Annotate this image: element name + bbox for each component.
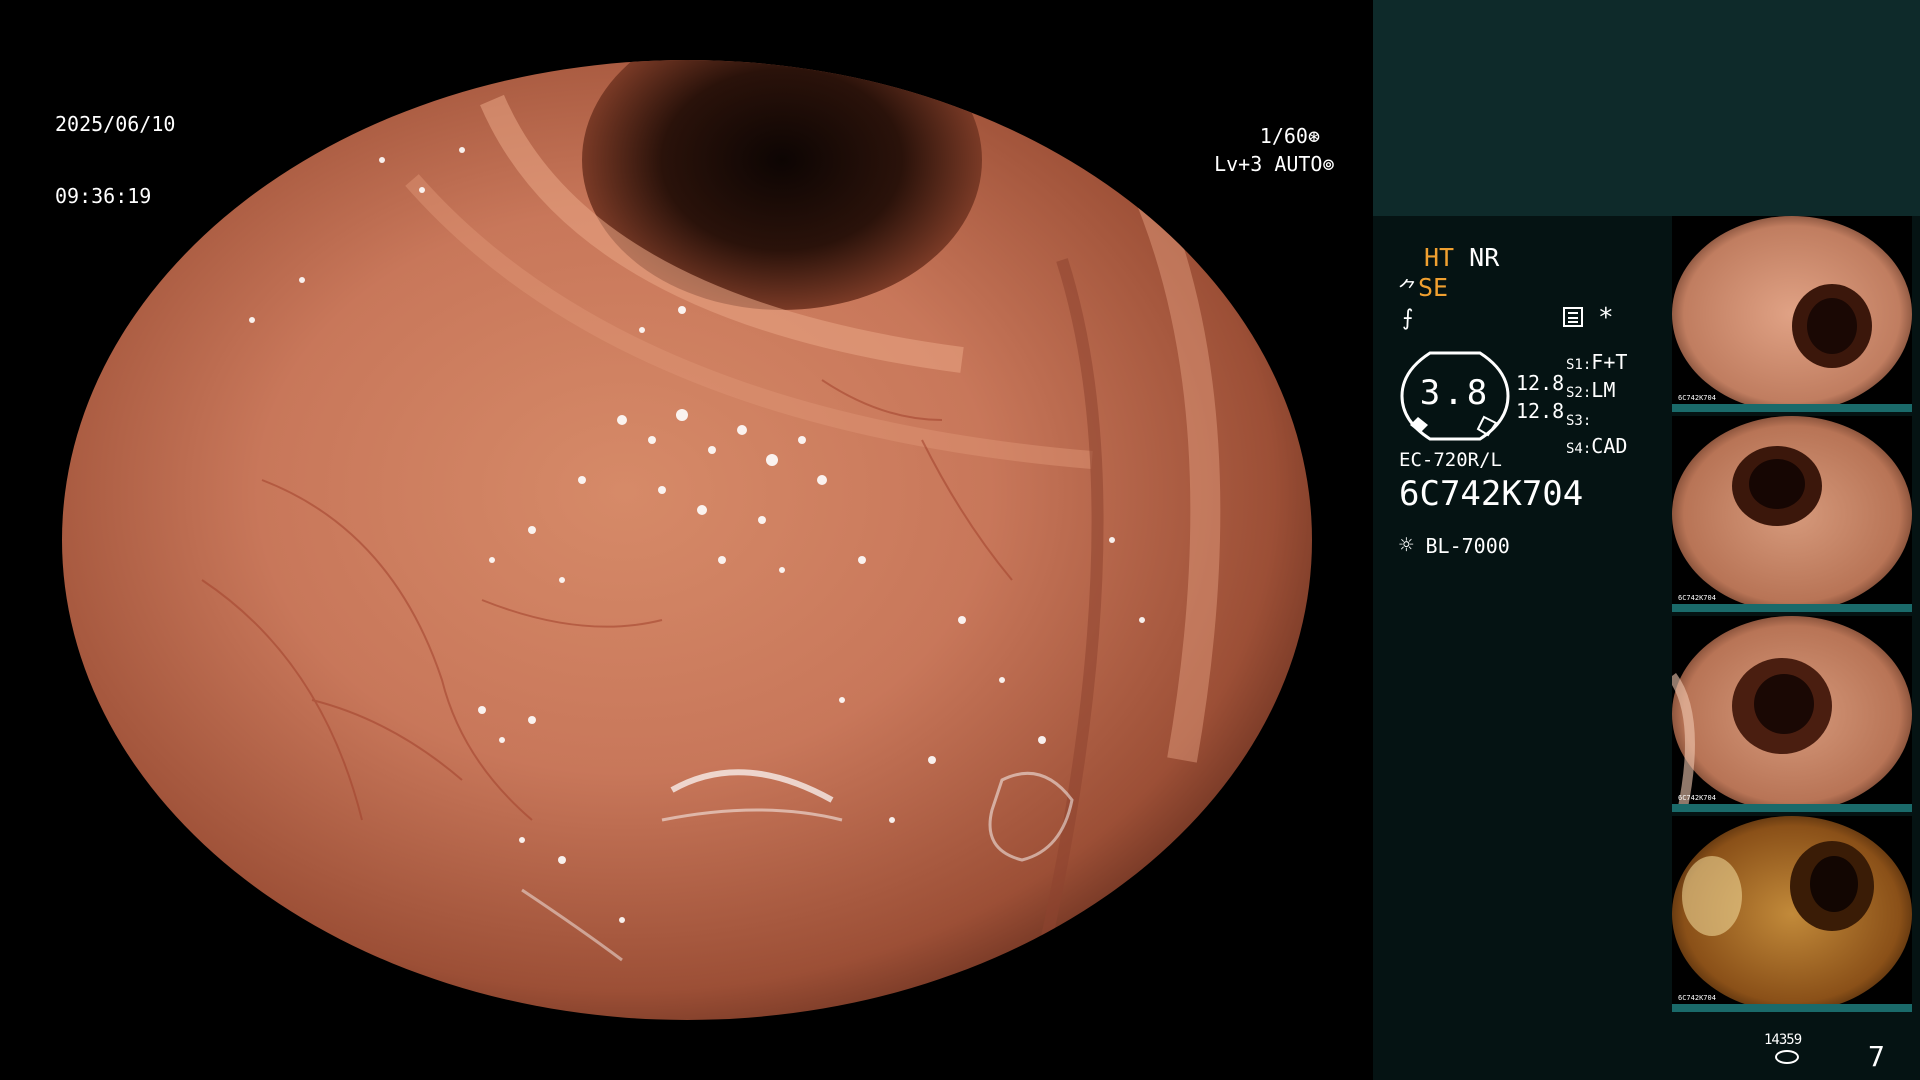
switch-key: S4: [1566, 441, 1592, 457]
date-text: 2025/06/10 [55, 112, 176, 136]
switch-key: S2: [1566, 385, 1592, 401]
thumbnail-bar [1672, 604, 1912, 612]
panel-header [1373, 0, 1920, 216]
auto-text: AUTO [1274, 152, 1323, 176]
thumbnail-image [1672, 416, 1912, 612]
star-label: * [1598, 303, 1614, 333]
thumbnail-caption: 6C742K704 [1678, 594, 1716, 602]
storage-icon [1775, 1050, 1799, 1064]
thumbnail-4[interactable]: 6C742K704 [1672, 816, 1912, 1012]
switch-value: CAD [1591, 434, 1628, 458]
se-label: SE [1418, 273, 1449, 302]
switch-row: S1:F+T [1566, 350, 1627, 378]
mode-row-2: ⺈SE [1398, 273, 1448, 302]
date-time: 2025/06/10 09:36:19 [55, 64, 175, 232]
iris-icon: ⊚ [1322, 152, 1335, 176]
thumbnail-caption: 6C742K704 [1678, 994, 1716, 1002]
record-icon [1563, 307, 1583, 327]
thumbnail-3[interactable]: 6C742K704 [1672, 616, 1912, 812]
thumbnail-image [1672, 616, 1912, 812]
scope-serial: 6C742K704 [1399, 474, 1584, 514]
light-source-text: BL-7000 [1425, 534, 1510, 558]
thumbnail-bar [1672, 1004, 1912, 1012]
time-text: 09:36:19 [55, 184, 152, 208]
switch-list: S1:F+T S2:LM S3: S4:CAD [1566, 350, 1627, 462]
thumbnail-bar [1672, 404, 1912, 412]
thumbnail-image [1672, 216, 1912, 412]
thumbnail-1[interactable]: 6C742K704 [1672, 216, 1912, 412]
storage-count: 14359 [1764, 1032, 1802, 1048]
value-top: 12.8 [1516, 371, 1565, 395]
endoscope-live-view [62, 60, 1312, 1020]
switch-key: S1: [1566, 357, 1592, 373]
level-text: Lv+3 [1214, 152, 1263, 176]
mode-row-1: HT NR [1424, 243, 1499, 272]
switch-row: S3: [1566, 406, 1627, 434]
level-row: Lv+3 AUTO⊚ [1190, 128, 1334, 176]
ring-value: 3.8 [1419, 373, 1491, 413]
switch-value: LM [1591, 378, 1616, 402]
thumbnail-bar [1672, 804, 1912, 812]
thumbnail-caption: 6C742K704 [1678, 794, 1716, 802]
color-enhance-icon: ⨍ [1402, 306, 1414, 331]
thumbnail-2[interactable]: 6C742K704 [1672, 416, 1912, 612]
ht-label: HT [1424, 243, 1455, 272]
value-bottom: 12.8 [1516, 399, 1565, 423]
switch-row: S4:CAD [1566, 434, 1627, 462]
switch-row: S2:LM [1566, 378, 1627, 406]
colon-mucosa-image [62, 60, 1312, 1020]
light-source-row: ☼ BL-7000 [1399, 531, 1510, 559]
image-count: 7 [1868, 1040, 1885, 1073]
nr-label: NR [1469, 243, 1500, 272]
scope-model: EC-720R/L [1399, 449, 1502, 471]
thumbnail-image [1672, 816, 1912, 1012]
switch-value: F+T [1591, 350, 1628, 374]
light-source-icon: ☼ [1399, 531, 1414, 559]
structure-icon: ⺈ [1398, 277, 1418, 301]
switch-key: S3: [1566, 413, 1592, 429]
thumbnail-caption: 6C742K704 [1678, 394, 1716, 402]
